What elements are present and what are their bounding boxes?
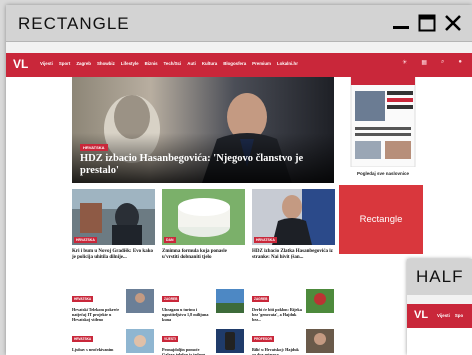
nav-link[interactable]: Kultura bbox=[202, 61, 217, 66]
hero-headline[interactable]: HDZ izbacio Hasanbegovića: 'Njegovo član… bbox=[80, 153, 320, 177]
nav-link[interactable]: Tech/Sci bbox=[164, 61, 182, 66]
nav-link[interactable]: Showbiz bbox=[97, 61, 115, 66]
newspaper-cover[interactable] bbox=[345, 76, 421, 182]
mini-article-tag: ZAGREB bbox=[252, 296, 270, 302]
nav-link[interactable]: Sport bbox=[59, 61, 70, 66]
mini-article-thumb bbox=[126, 289, 154, 313]
site-nav: VL Vijesti Sport Zagreb Showbiz Lifestyl… bbox=[6, 53, 472, 77]
hero-badge: HRVATSKA bbox=[80, 144, 108, 151]
article-card-image: HRVATSKA bbox=[72, 189, 155, 245]
weather-icon[interactable]: ☀ bbox=[402, 59, 407, 66]
close-icon bbox=[445, 15, 461, 31]
article-card[interactable]: DAN Zmimna formula koja ponasle u'vrstit… bbox=[162, 189, 245, 261]
nav-link[interactable]: Biznis bbox=[145, 61, 158, 66]
nav-icons: ☀ ▦ ⌕ ● bbox=[402, 59, 462, 66]
half-nav-link[interactable]: Vijesti bbox=[437, 313, 450, 318]
minimize-icon bbox=[393, 26, 409, 29]
article-card[interactable]: HRVATSKA HDZ izbacio Zlatka Hasanbegović… bbox=[252, 189, 335, 261]
mini-article[interactable]: PROFESOR Bilić u Hrvatskoj: Hajduk za dv… bbox=[252, 327, 334, 355]
mini-article-tag: ZAGREB bbox=[162, 296, 180, 302]
mini-article-title: Bilić u Hrvatskoj: Hajduk za dva mjeseca bbox=[252, 347, 299, 355]
maximize-button[interactable] bbox=[417, 13, 437, 33]
mini-article-title: Pronajdoljin pomoće Galaxy telefon iz je… bbox=[162, 347, 206, 355]
article-card-tag: HRVATSKA bbox=[254, 237, 277, 243]
article-card-title: Zmimna formula koja ponasle u'vrstiti do… bbox=[162, 249, 227, 260]
article-card-title: Kri i bum u Novoj Gradišk: Evo kako je p… bbox=[72, 249, 153, 260]
hero-article[interactable]: HRVATSKA HDZ izbacio Hasanbegovića: 'Nje… bbox=[72, 77, 334, 183]
nav-link[interactable]: Premium bbox=[252, 61, 271, 66]
user-icon[interactable]: ● bbox=[458, 59, 462, 66]
minimize-button[interactable] bbox=[391, 13, 411, 33]
mini-article-thumb bbox=[306, 329, 334, 353]
article-card-tag: DAN bbox=[164, 237, 176, 243]
nav-link[interactable]: Blogosfera bbox=[223, 61, 246, 66]
mini-article-tag: HRVATSKA bbox=[72, 296, 94, 302]
search-icon[interactable]: ⌕ bbox=[441, 59, 444, 66]
mini-article-title: Derbi će biti poklon: Rijeka bez 'genova… bbox=[252, 307, 302, 322]
article-card[interactable]: HRVATSKA Kri i bum u Novoj Gradišk: Evo … bbox=[72, 189, 155, 261]
mini-article-thumb bbox=[216, 329, 244, 353]
site-logo[interactable]: VL bbox=[13, 57, 28, 71]
close-button[interactable] bbox=[443, 13, 463, 33]
nav-links: Vijesti Sport Zagreb Showbiz Lifestyle B… bbox=[40, 61, 298, 66]
article-card-tag: HRVATSKA bbox=[74, 237, 97, 243]
page-content: HRVATSKA HDZ izbacio Hasanbegovića: 'Nje… bbox=[6, 76, 472, 355]
ad-rectangle[interactable]: Rectangle bbox=[339, 185, 423, 254]
half-nav-links: Vijesti Spo bbox=[437, 313, 463, 318]
mini-article[interactable]: ZAGREB Derbi će biti poklon: Rijeka bez … bbox=[252, 287, 334, 322]
mini-article[interactable]: HRVATSKA Hrvatski Telekom pokreće natječ… bbox=[72, 287, 154, 322]
nav-link[interactable]: Auti bbox=[187, 61, 196, 66]
newspaper-cover-image bbox=[350, 76, 416, 168]
half-window-title: HALF bbox=[416, 267, 464, 286]
half-site-nav: VL Vijesti Spo bbox=[407, 304, 472, 328]
mini-article-title: Hrvatski Telekom pokreće natječaj IT pro… bbox=[72, 307, 120, 322]
mini-article[interactable]: VIJESTI Pronajdoljin pomoće Galaxy telef… bbox=[162, 327, 244, 355]
mini-article-thumb bbox=[126, 329, 154, 353]
mini-article[interactable]: ZAGREB Uhragam u turinu i ugostiteljstvu… bbox=[162, 287, 244, 322]
title-bar[interactable]: RECTANGLE bbox=[6, 5, 472, 42]
half-nav-link[interactable]: Spo bbox=[455, 313, 463, 318]
rectangle-window: RECTANGLE VL Vijesti Sport Zagreb Showbi… bbox=[6, 5, 472, 355]
nav-link[interactable]: Zagreb bbox=[76, 61, 91, 66]
nav-link[interactable]: Lokalni.hr bbox=[277, 61, 298, 66]
article-card-image: HRVATSKA bbox=[252, 189, 335, 245]
mini-article-tag: VIJESTI bbox=[162, 336, 178, 342]
half-site-logo[interactable]: VL bbox=[414, 309, 428, 321]
half-content bbox=[407, 328, 472, 355]
mini-article-title: Ljubav s neočekivanim bbox=[72, 347, 114, 352]
half-title-bar[interactable]: HALF bbox=[407, 259, 472, 295]
mini-article[interactable]: HRVATSKA Ljubav s neočekivanim bbox=[72, 327, 154, 355]
article-card-title: HDZ izbacio Zlatka Hasanbegovića iz stra… bbox=[252, 249, 333, 260]
see-all-covers-link[interactable]: Pogledaj sve naslovnice bbox=[345, 171, 421, 176]
mini-article-thumb bbox=[306, 289, 334, 313]
mini-article-tag: HRVATSKA bbox=[72, 336, 94, 342]
mini-article-thumb bbox=[216, 289, 244, 313]
half-window: HALF VL Vijesti Spo bbox=[407, 259, 472, 355]
calendar-icon[interactable]: ▦ bbox=[421, 59, 427, 66]
maximize-icon bbox=[418, 14, 436, 32]
nav-link[interactable]: Lifestyle bbox=[121, 61, 139, 66]
nav-link[interactable]: Vijesti bbox=[40, 61, 53, 66]
mini-article-tag: PROFESOR bbox=[252, 336, 274, 342]
article-card-image: DAN bbox=[162, 189, 245, 245]
window-title: RECTANGLE bbox=[18, 14, 130, 33]
mini-article-title: Uhragam u turinu i ugostiteljstvu 1,8 mi… bbox=[162, 307, 209, 322]
